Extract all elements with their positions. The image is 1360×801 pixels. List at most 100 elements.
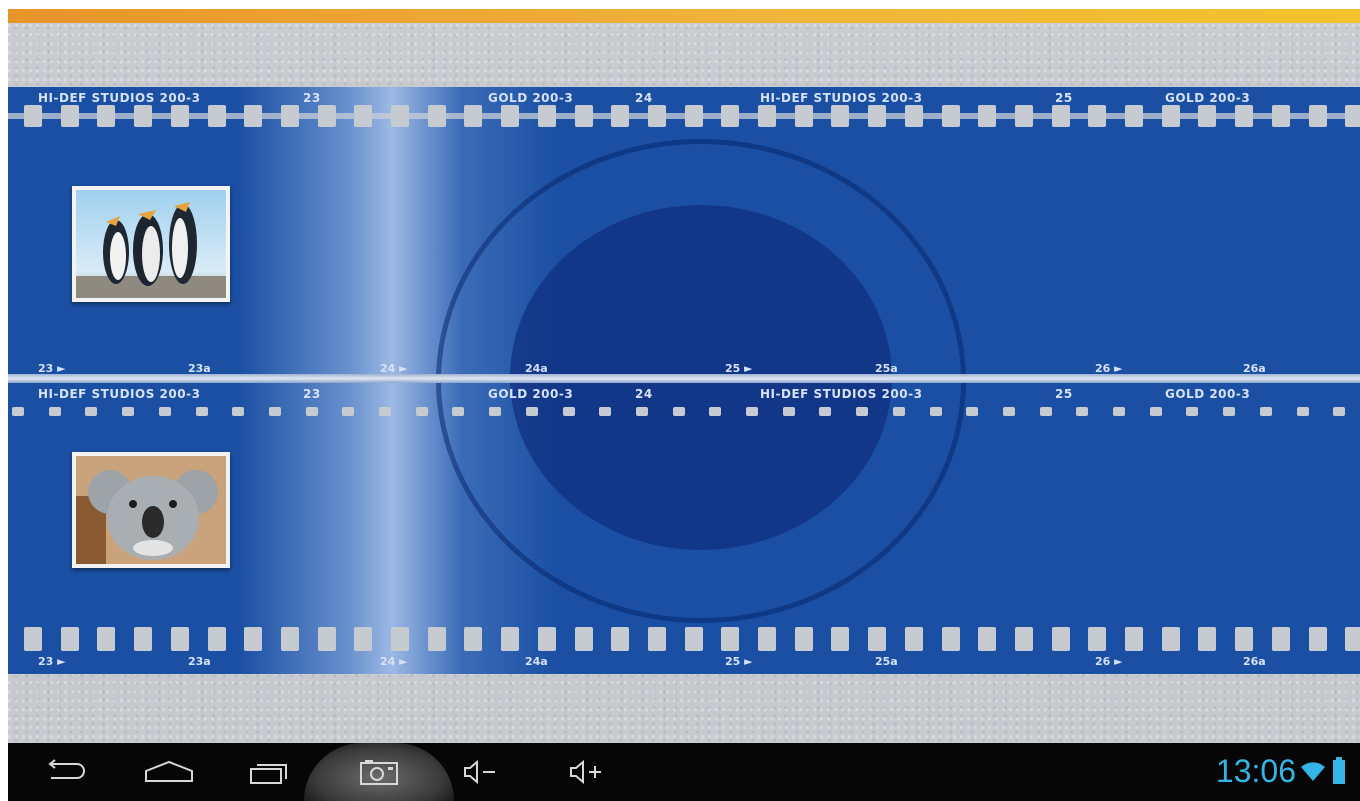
film-perforation <box>317 627 336 651</box>
film-perforation <box>489 407 502 416</box>
wallpaper: HI-DEF STUDIOS 200-3 23 GOLD 200-3 24 HI… <box>8 0 1360 801</box>
edge-label: 25 <box>1055 387 1073 401</box>
frame-number: 25 ► <box>725 655 753 668</box>
film-perforation <box>1051 105 1070 127</box>
film-perforation <box>391 105 409 127</box>
film-perforation <box>721 627 740 651</box>
film-perforation <box>24 105 42 127</box>
film-perforation <box>244 627 263 651</box>
film-perforation <box>1308 105 1327 127</box>
film-perforation <box>232 407 245 416</box>
film-perforation <box>1223 407 1236 416</box>
film-perforation <box>941 105 960 127</box>
frame-number: 25a <box>875 655 898 668</box>
film-perforation <box>1296 407 1309 416</box>
koala-image <box>76 456 226 564</box>
edge-label: HI-DEF STUDIOS 200-3 <box>760 91 923 105</box>
film-perforation <box>1198 627 1217 651</box>
film-perforation <box>12 407 24 416</box>
film-perforation <box>1235 627 1254 651</box>
film-perforation <box>170 627 189 651</box>
film-perforation <box>1308 627 1327 651</box>
volume-down-button[interactable] <box>446 743 516 801</box>
film-perforation <box>1345 105 1360 127</box>
edge-label: GOLD 200-3 <box>488 387 574 401</box>
film-perforation <box>758 627 776 651</box>
film-perforation <box>207 105 226 127</box>
film-perforation <box>134 627 153 651</box>
film-perforation <box>782 407 795 416</box>
film-perforation <box>794 105 813 127</box>
system-navigation-bar: 13:06 <box>8 743 1360 801</box>
frame-number: 24a <box>525 655 548 668</box>
frame-number: 24 ► <box>380 655 408 668</box>
film-perforation <box>611 627 630 651</box>
screenshot-button[interactable] <box>344 743 414 801</box>
frame-number: 26a <box>1243 655 1266 668</box>
film-perforation <box>464 627 483 651</box>
film-perforation <box>1198 105 1217 127</box>
edge-label: GOLD 200-3 <box>488 91 574 105</box>
film-perforation <box>525 407 538 416</box>
recent-apps-button[interactable] <box>234 743 304 801</box>
film-perforation <box>746 407 758 416</box>
back-icon <box>48 759 85 779</box>
film-perforation <box>280 105 299 127</box>
edge-label: HI-DEF STUDIOS 200-3 <box>760 387 923 401</box>
volume-down-icon <box>464 759 495 785</box>
film-perforation <box>721 105 740 127</box>
film-perforation <box>244 105 263 127</box>
volume-up-button[interactable] <box>552 743 622 801</box>
status-clock[interactable]: 13:06 <box>1216 753 1296 790</box>
film-perforation <box>684 105 703 127</box>
film-perforation <box>97 627 116 651</box>
film-perforation <box>427 627 446 651</box>
film-perforation <box>134 105 153 127</box>
film-perforation <box>1161 627 1180 651</box>
film-perforation <box>1088 627 1107 651</box>
film-perforation <box>317 105 336 127</box>
koala-thumbnail[interactable] <box>72 452 230 568</box>
home-button[interactable] <box>134 743 204 801</box>
film-strip: HI-DEF STUDIOS 200-3 23 GOLD 200-3 24 HI… <box>8 87 1360 674</box>
film-perforation <box>978 105 997 127</box>
film-perforation <box>268 407 281 416</box>
top-accent-bar <box>8 9 1360 23</box>
penguins-thumbnail[interactable] <box>72 186 230 302</box>
film-perforation <box>85 407 98 416</box>
film-perforation <box>1345 627 1360 651</box>
film-perforation <box>1076 407 1089 416</box>
film-divider <box>8 374 1360 383</box>
home-icon <box>145 760 193 782</box>
film-perforation <box>599 407 612 416</box>
film-perforation <box>941 627 960 651</box>
film-perforation <box>684 627 703 651</box>
film-perforation <box>170 105 189 127</box>
screenshot-icon <box>360 760 398 785</box>
film-perforation <box>647 105 666 127</box>
film-perforation <box>1271 105 1290 127</box>
back-button[interactable] <box>32 743 102 801</box>
battery-icon <box>1333 757 1345 784</box>
edge-label: 23 <box>303 91 321 105</box>
film-perforation <box>427 105 446 127</box>
film-perforation <box>60 627 79 651</box>
penguins-image <box>76 190 226 298</box>
film-perforation <box>280 627 299 651</box>
recent-apps-icon <box>250 764 287 784</box>
edge-label: HI-DEF STUDIOS 200-3 <box>38 91 201 105</box>
film-perforation <box>868 105 887 127</box>
film-perforation <box>856 407 869 416</box>
film-perforation <box>97 105 116 127</box>
frame-number: 26 ► <box>1095 655 1123 668</box>
film-perforation <box>574 627 593 651</box>
film-perforation <box>207 627 226 651</box>
film-perforation <box>868 627 887 651</box>
film-perforation <box>831 105 850 127</box>
film-perforation <box>1088 105 1107 127</box>
film-perforation <box>904 105 923 127</box>
film-perforation <box>1051 627 1070 651</box>
film-perforation <box>379 407 391 416</box>
film-perforation <box>48 407 61 416</box>
frame-number: 23a <box>188 655 211 668</box>
